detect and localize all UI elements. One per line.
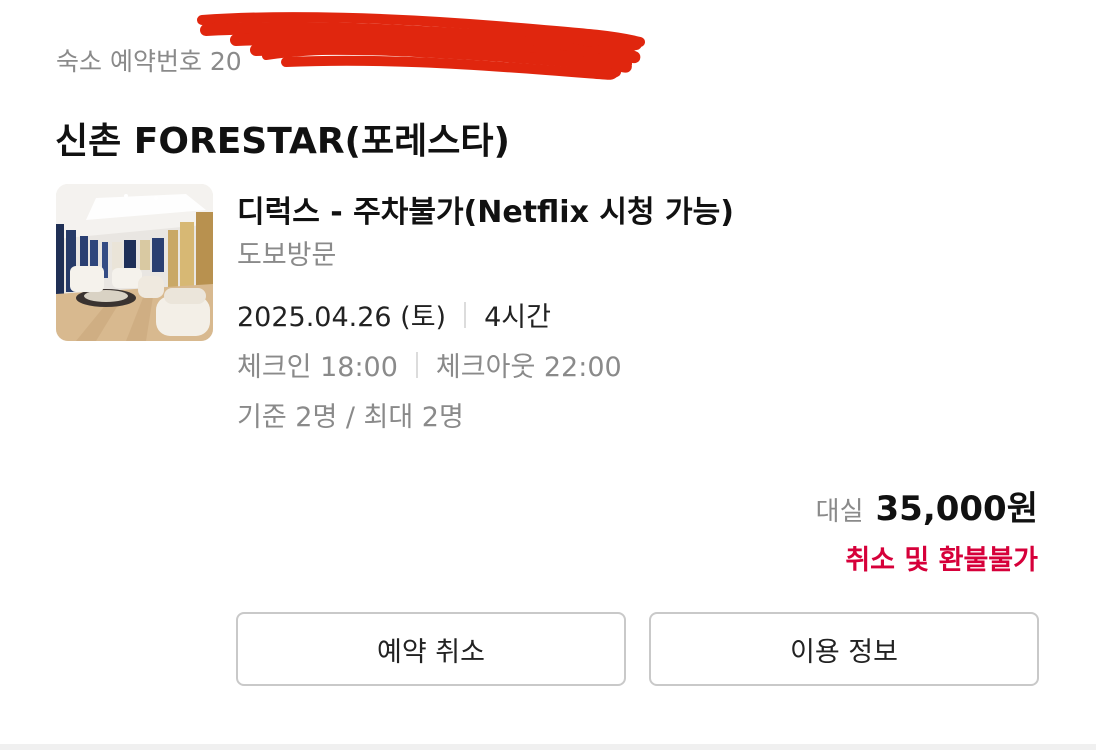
price-label: 대실: [815, 497, 864, 527]
guest-capacity: 기준 2명 / 최대 2명: [237, 402, 464, 433]
booking-number-label: 숙소 예약번호: [56, 47, 202, 76]
room-thumbnail[interactable]: [56, 184, 213, 341]
stay-duration: 4시간: [484, 302, 551, 333]
price-value: 35,000원: [875, 489, 1038, 529]
room-name: 디럭스 - 주차불가(Netflix 시청 가능): [237, 195, 734, 230]
usage-info-button[interactable]: 이용 정보: [649, 612, 1039, 686]
checkin-time: 체크인 18:00: [237, 352, 398, 383]
capacity-row: 기준 2명 / 최대 2명: [237, 395, 464, 434]
section-divider: [0, 744, 1096, 750]
visit-type: 도보방문: [237, 240, 337, 271]
reservation-card: 숙소 예약번호 20 신촌 FORESTAR(포레스타) 디럭스 - 주차불가(…: [0, 0, 1096, 744]
cancel-reservation-button[interactable]: 예약 취소: [236, 612, 626, 686]
price-row: 대실 35,000원: [816, 481, 1038, 530]
checkout-time: 체크아웃 22:00: [435, 352, 622, 383]
divider: [464, 301, 467, 328]
stay-date: 2025.04.26 (토): [237, 302, 447, 333]
refund-policy-note: 취소 및 환불불가: [845, 545, 1038, 576]
stay-date-row: 2025.04.26 (토) 4시간: [237, 295, 551, 334]
divider: [415, 351, 418, 378]
redaction-scribble: [197, 12, 645, 80]
property-name: 신촌 FORESTAR(포레스타): [55, 121, 510, 162]
checkin-row: 체크인 18:00 체크아웃 22:00: [237, 345, 622, 384]
